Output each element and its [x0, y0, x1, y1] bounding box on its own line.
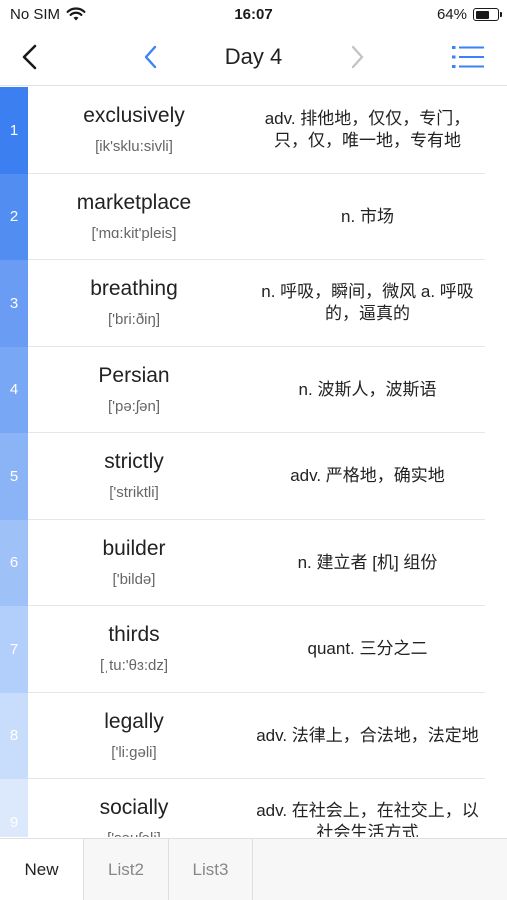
status-time: 16:07: [234, 6, 273, 23]
meaning-text: n. 呼吸，瞬间，微风 a. 呼吸的，逼真的: [261, 282, 474, 324]
phonetic-text: ['mɑ:kit'pleis]: [91, 224, 177, 242]
list-item[interactable]: 4 Persian ['pə:ʃən] n. 波斯人，波斯语: [0, 346, 507, 434]
page-title: Day 4: [224, 44, 283, 69]
word-column: socially ['səuʃəli]: [28, 779, 240, 837]
tab-bar: New List2 List3: [0, 838, 507, 900]
row-number: 1: [0, 87, 28, 174]
word-column: breathing ['bri:ðiŋ]: [28, 260, 240, 347]
meaning-text: n. 波斯人，波斯语: [298, 379, 437, 399]
tab-new[interactable]: New: [0, 839, 84, 900]
status-bar: No SIM 16:07 64%: [0, 0, 507, 32]
list-item[interactable]: 8 legally ['li:gəli] adv. 法律上，合法地，法定地: [0, 692, 507, 780]
next-day-chevron-icon[interactable]: [344, 44, 370, 70]
meaning-text: adv. 法律上，合法地，法定地: [256, 725, 479, 745]
word-column: strictly ['striktli]: [28, 433, 240, 520]
phonetic-text: ['striktli]: [109, 484, 159, 501]
list-item[interactable]: 7 thirds [ˌtu:'θɜ:dz] quant. 三分之二: [0, 606, 507, 693]
row-number: 9: [0, 779, 28, 837]
list-item[interactable]: 2 marketplace ['mɑ:kit'pleis] n. 市场: [0, 173, 507, 261]
nav-bar: Day 4: [0, 32, 507, 86]
word-text: breathing: [90, 277, 178, 300]
word-column: exclusively [ik'sklu:sivli]: [28, 87, 240, 174]
row-number: 3: [0, 260, 28, 347]
phonetic-text: ['səuʃəli]: [28, 830, 240, 837]
meaning-text: adv. 在社会上，在社交上，以社会生活方式: [256, 801, 479, 837]
phonetic-text: ['pə:ʃən]: [107, 397, 161, 415]
word-text: marketplace: [76, 190, 192, 214]
row-number: 6: [0, 519, 28, 606]
word-column: builder ['bildə]: [28, 520, 240, 607]
word-text: exclusively: [83, 104, 185, 127]
list-item[interactable]: 1 exclusively [ik'sklu:sivli] adv. 排他地，仅仅，专…: [0, 87, 507, 174]
battery-fill: [475, 10, 489, 19]
word-text: builder: [102, 536, 166, 560]
battery-icon: [473, 8, 502, 21]
tab-list3[interactable]: List3: [169, 839, 253, 900]
row-number: 5: [0, 433, 28, 520]
list-item[interactable]: 9 socially ['səuʃəli] adv. 在社会上，在社交上，以社会生活方…: [0, 779, 507, 837]
status-right: 64%: [436, 6, 502, 23]
phonetic-text: ['bri:ðiŋ]: [107, 311, 161, 328]
phonetic-text: ['bildə]: [112, 570, 156, 588]
tab-list2[interactable]: List2: [85, 839, 169, 900]
meaning-text: adv. 严格地，确实地: [290, 466, 445, 486]
phonetic-text: ['li:gəli]: [111, 743, 157, 761]
list-item[interactable]: 5 strictly ['striktli] adv. 严格地，确实地: [0, 433, 507, 520]
meaning-text: adv. 排他地，仅仅，专门，只，仅，唯一地，专有地: [264, 109, 471, 151]
word-column: legally ['li:gəli]: [28, 693, 240, 780]
word-list: 1 exclusively [ik'sklu:sivli] adv. 排他地，仅仅，专…: [0, 87, 507, 837]
meaning-text: quant. 三分之二: [307, 639, 428, 659]
word-text: legally: [104, 709, 164, 733]
row-number: 2: [0, 173, 28, 260]
word-text: thirds: [108, 623, 160, 646]
battery-percent: 64%: [436, 6, 467, 23]
phonetic-text: [ik'sklu:sivli]: [95, 138, 173, 155]
word-column: marketplace ['mɑ:kit'pleis]: [28, 174, 240, 261]
list-item[interactable]: 6 builder ['bildə] n. 建立者 [机] 组份: [0, 519, 507, 607]
word-text: socially: [99, 796, 169, 819]
battery-tip: [500, 12, 502, 17]
row-number: 8: [0, 692, 28, 779]
word-text: strictly: [104, 450, 164, 473]
row-number: 7: [0, 606, 28, 693]
row-number: 4: [0, 346, 28, 433]
word-column: Persian ['pə:ʃən]: [28, 347, 240, 434]
list-icon[interactable]: [451, 43, 485, 71]
phonetic-text: [ˌtu:'θɜ:dz]: [99, 657, 169, 674]
meaning-text: n. 市场: [341, 206, 394, 226]
word-text: Persian: [98, 363, 170, 387]
meaning-text: n. 建立者 [机] 组份: [297, 552, 438, 572]
word-column: thirds [ˌtu:'θɜ:dz]: [28, 606, 240, 693]
list-item[interactable]: 3 breathing ['bri:ðiŋ] n. 呼吸，瞬间，微风 a. 呼吸的，逼…: [0, 260, 507, 347]
